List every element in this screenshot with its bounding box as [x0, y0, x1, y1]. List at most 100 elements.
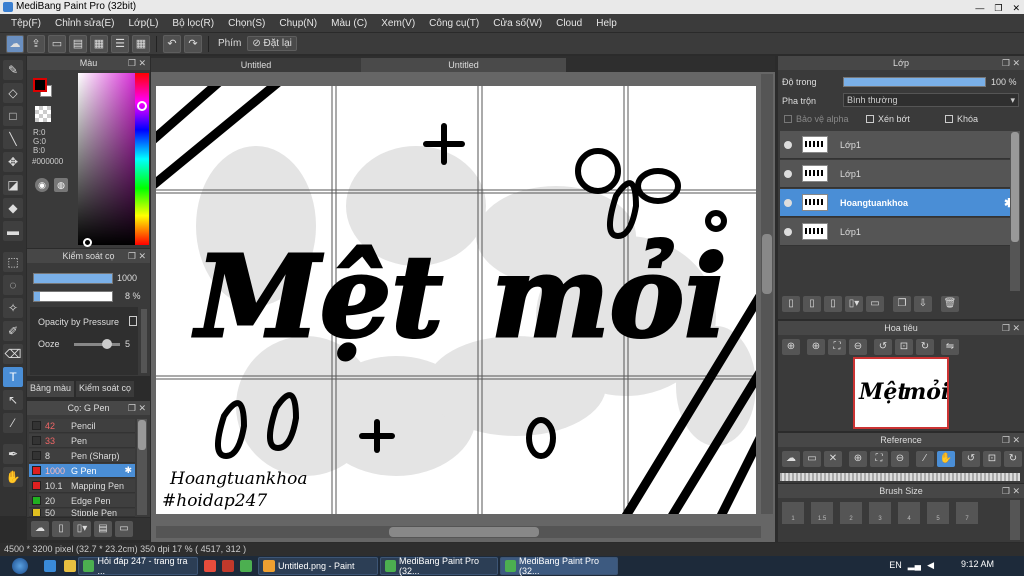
tab-brush-control[interactable]: Kiểm soát cọ [76, 381, 135, 397]
ooze-slider[interactable] [74, 343, 120, 346]
zoom-in-icon[interactable]: ⊕ [849, 451, 867, 467]
hue-slider[interactable] [135, 73, 149, 245]
navigator-preview[interactable]: Mệt mỏi [853, 357, 949, 429]
panel-popout-icon[interactable]: ❐ ✕ [1002, 56, 1020, 70]
layer-list-scroll-thumb[interactable] [1011, 132, 1019, 242]
maximize-button[interactable]: ❐ [994, 1, 1002, 15]
brush-size-slider[interactable] [33, 273, 113, 284]
page-icon[interactable]: ▦ [90, 34, 108, 53]
tab-palette[interactable]: Bảng màu [27, 381, 75, 397]
taskbar-item-browser[interactable]: Hỏi đáp 247 - trang tra ... [78, 556, 198, 576]
menu-select[interactable]: Chọn(S) [221, 18, 272, 29]
move-tool-icon[interactable]: ✥ [3, 152, 23, 172]
eyedropper-icon[interactable]: ⁄ [916, 451, 934, 467]
canvas-horizontal-scrollbar[interactable] [156, 526, 761, 538]
fit-icon[interactable]: ⛶ [870, 451, 888, 467]
eye-icon[interactable] [784, 227, 792, 236]
reset-rotation-icon[interactable]: ⊡ [983, 451, 1001, 467]
reset-rotation-icon[interactable]: ⊡ [895, 339, 913, 355]
zoom-in-icon[interactable]: ⊕ [782, 339, 800, 355]
brush-item-stipple-pen[interactable]: 50 Stipple Pen [29, 509, 135, 517]
menu-edit[interactable]: Chỉnh sửa(E) [48, 18, 122, 29]
taskbar-item-medibang-1[interactable]: MediBang Paint Pro (32... [380, 556, 498, 576]
close-icon[interactable]: ✕ [824, 451, 842, 467]
menu-window[interactable]: Cửa số(W) [486, 18, 549, 29]
brush-item-mapping-pen[interactable]: 10.1 Mapping Pen [29, 479, 135, 493]
clipping-checkbox[interactable] [866, 115, 874, 123]
layer-row-selected[interactable]: Hoangtuankhoa ✱ [780, 189, 1020, 217]
layer-row[interactable]: Lớp1 [780, 218, 1020, 246]
bucket-tool-icon[interactable]: ◆ [3, 198, 23, 218]
media-icon[interactable] [204, 560, 216, 572]
panel-popout-icon[interactable]: ❐ ✕ [1002, 433, 1020, 447]
ie-icon[interactable] [44, 560, 56, 572]
new-brush-icon[interactable]: ▯ [52, 521, 70, 537]
document-icon[interactable]: ▤ [69, 34, 87, 53]
brush-item-pencil[interactable]: 42 Pencil [29, 419, 135, 433]
lock-checkbox[interactable] [945, 115, 953, 123]
operation-tool-icon[interactable]: ↖ [3, 390, 23, 410]
brush-list-scroll-thumb[interactable] [138, 420, 146, 450]
text-tool-icon[interactable]: T [3, 367, 23, 387]
eye-icon[interactable] [784, 198, 792, 207]
rectangle-tool-icon[interactable]: □ [3, 106, 23, 126]
taskbar-item-paint[interactable]: Untitled.png - Paint [258, 557, 378, 575]
palette-icon[interactable]: ◉ [35, 178, 49, 192]
duplicate-layer-icon[interactable]: ❐ [893, 296, 911, 312]
layer-opacity-slider[interactable] [843, 77, 986, 87]
grid-icon[interactable]: ▦ [132, 34, 150, 53]
layer-folder-icon[interactable]: ▭ [866, 296, 884, 312]
zoom-out-icon[interactable]: ⊖ [849, 339, 867, 355]
menu-view[interactable]: Xem(V) [374, 18, 422, 29]
hand-icon[interactable]: ✋ [937, 451, 955, 467]
menu-layer[interactable]: Lớp(L) [122, 18, 166, 29]
brush-size-option[interactable]: 4 [898, 502, 920, 524]
panel-popout-icon[interactable]: ❐ ✕ [128, 249, 146, 263]
brush-item-pen-sharp[interactable]: 8 Pen (Sharp) [29, 449, 135, 463]
select-eraser-icon[interactable]: ⌫ [3, 344, 23, 364]
gradient-tool-icon[interactable]: ▬ [3, 221, 23, 241]
hue-cursor[interactable] [137, 101, 147, 111]
color-picker-icon[interactable]: ◍ [54, 178, 68, 192]
panel-popout-icon[interactable]: ❐ ✕ [1002, 321, 1020, 335]
flip-icon[interactable]: ⇋ [941, 339, 959, 355]
new-layer-8bit-icon[interactable]: ▯ [803, 296, 821, 312]
blend-mode-select[interactable]: Bình thường ▾ [843, 93, 1019, 107]
brush-tool-icon[interactable]: ✎ [3, 60, 23, 80]
brush-size-option[interactable]: 7 [956, 502, 978, 524]
brush-size-option[interactable]: 5 [927, 502, 949, 524]
canvas-horizontal-scroll-thumb[interactable] [389, 527, 539, 537]
opacity-pressure-checkbox[interactable] [129, 316, 137, 326]
zoom-in-icon[interactable]: ⊕ [807, 339, 825, 355]
list-icon[interactable]: ☰ [111, 34, 129, 53]
brush-list-scrollbar[interactable] [137, 419, 147, 515]
taskbar-item-medibang-2[interactable]: MediBang Paint Pro (32... [500, 556, 618, 576]
eye-icon[interactable] [784, 169, 792, 178]
comment-icon[interactable]: ▭ [48, 34, 66, 53]
rotate-left-icon[interactable]: ↺ [962, 451, 980, 467]
rotate-right-icon[interactable]: ↻ [916, 339, 934, 355]
tab-document-2[interactable]: Untitled [361, 58, 566, 72]
protect-alpha-checkbox[interactable] [784, 115, 792, 123]
explorer-icon[interactable] [64, 560, 76, 572]
layer-list-scrollbar[interactable] [1010, 131, 1020, 291]
canvas-vertical-scroll-thumb[interactable] [762, 234, 772, 294]
close-button[interactable]: ✕ [1012, 1, 1020, 15]
menu-tools[interactable]: Công cụ(T) [422, 18, 486, 29]
network-icon[interactable]: ▂▄ [908, 560, 921, 571]
panel-popout-icon[interactable]: ❐ ✕ [1002, 484, 1020, 498]
color-cursor[interactable] [83, 238, 92, 247]
rotate-right-icon[interactable]: ↻ [1004, 451, 1022, 467]
new-layer-icon[interactable]: ▯ [782, 296, 800, 312]
pen-tool-icon[interactable]: ✒ [3, 444, 23, 464]
tab-document-1[interactable]: Untitled [151, 58, 361, 72]
brush-settings-icon[interactable]: ▤ [94, 521, 112, 537]
brush-item-g-pen[interactable]: 1000 G Pen ✱ [29, 464, 135, 478]
select-rect-icon[interactable]: ⬚ [3, 252, 23, 272]
cloud-icon[interactable]: ☁ [782, 451, 800, 467]
share-icon[interactable]: ⇪ [27, 34, 45, 53]
canvas-vertical-scrollbar[interactable] [761, 74, 773, 514]
fill-tool-icon[interactable]: ◪ [3, 175, 23, 195]
folder-icon[interactable]: ▭ [115, 521, 133, 537]
fit-icon[interactable]: ⛶ [828, 339, 846, 355]
